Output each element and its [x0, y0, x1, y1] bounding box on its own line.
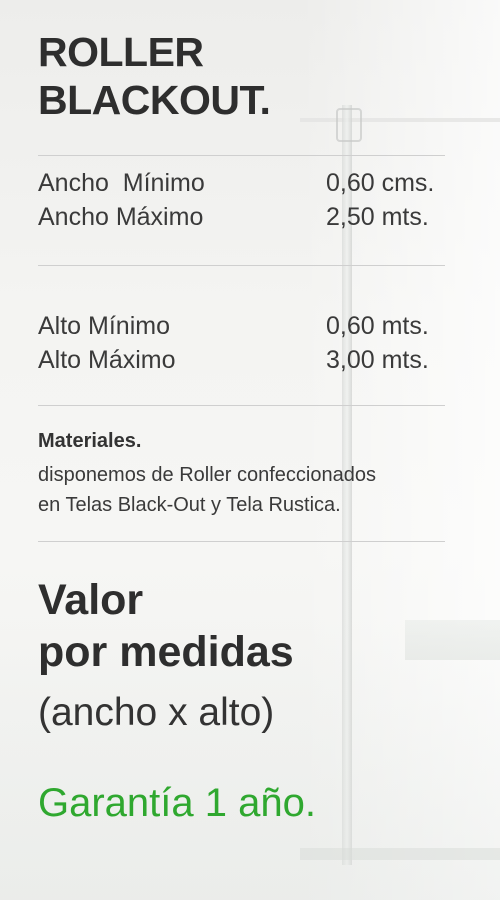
warranty-text: Garantía 1 año. — [38, 781, 316, 825]
spec-value: 0,60 cms. — [326, 169, 435, 197]
divider — [38, 405, 445, 406]
divider — [38, 155, 445, 156]
spec-value: 3,00 mts. — [326, 346, 429, 374]
pricing-note: (ancho x alto) — [38, 691, 275, 734]
roller-bracket — [336, 108, 362, 142]
title-line-1: ROLLER — [38, 29, 204, 75]
product-title: ROLLER BLACKOUT. — [38, 28, 271, 124]
materials-heading: Materiales. — [38, 430, 142, 452]
pricing-heading: Valor por medidas — [38, 574, 294, 678]
spec-label: Alto Mínimo — [38, 312, 170, 340]
pricing-line-2: por medidas — [38, 628, 294, 676]
title-line-2: BLACKOUT. — [38, 77, 271, 123]
divider — [38, 265, 445, 266]
curtain-rail — [300, 118, 500, 122]
materials-line: en Telas Black-Out y Tela Rustica. — [38, 494, 341, 516]
materials-description: disponemos de Roller confeccionados en T… — [38, 460, 468, 520]
spec-value: 2,50 mts. — [326, 203, 429, 231]
spec-label: Ancho Mínimo — [38, 169, 205, 197]
spec-label: Ancho Máximo — [38, 203, 204, 231]
spec-value: 0,60 mts. — [326, 312, 429, 340]
divider — [38, 541, 445, 542]
window-base — [300, 848, 500, 860]
spec-label: Alto Máximo — [38, 346, 176, 374]
materials-line: disponemos de Roller confeccionados — [38, 464, 376, 486]
pricing-line-1: Valor — [38, 576, 144, 624]
